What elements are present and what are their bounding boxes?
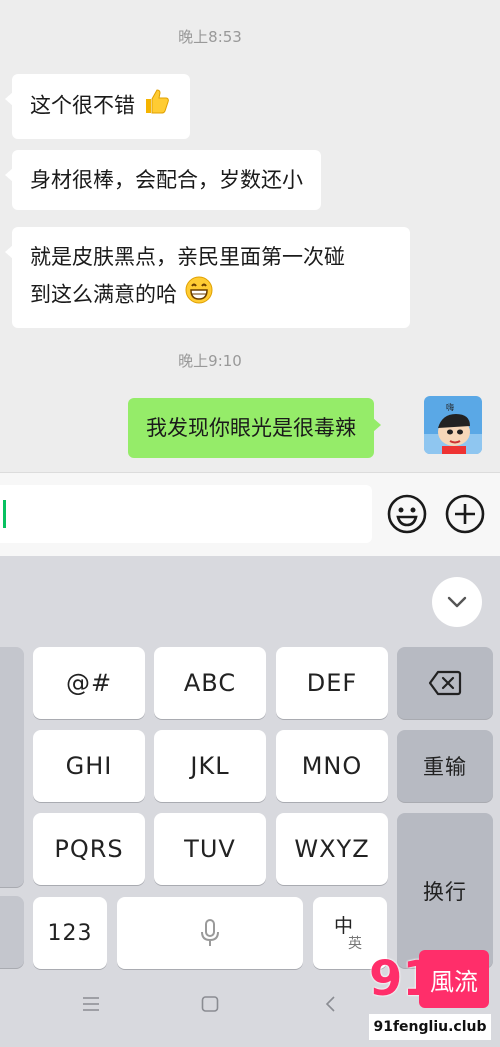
watermark-logo: 91 風流 91fengliu.club	[369, 950, 491, 1042]
grinning-emoji-icon	[184, 275, 214, 316]
key-symbols[interactable]: @#	[33, 647, 145, 719]
message-input-bar	[0, 472, 500, 556]
message-text-line: 就是皮肤黑点，亲民里面第一次碰	[30, 245, 345, 269]
message-text: 我发现你眼光是很毒辣	[146, 416, 356, 440]
key-ghi[interactable]: GHI	[33, 730, 145, 802]
lang-secondary-label: 英	[348, 936, 363, 952]
thumbs-up-emoji-icon	[142, 86, 172, 127]
message-text: 身材很棒，会配合，岁数还小	[30, 168, 303, 192]
symbol-list-panel[interactable]	[0, 647, 24, 887]
key-abc[interactable]: ABC	[154, 647, 266, 719]
key-wxyz[interactable]: WXYZ	[276, 813, 388, 885]
home-nav-icon[interactable]	[201, 996, 219, 1016]
chevron-down-icon	[447, 596, 467, 608]
watermark-url: 91fengliu.club	[369, 1014, 491, 1040]
key-pqrs[interactable]: PQRS	[33, 813, 145, 885]
message-bubble-sent[interactable]: 我发现你眼光是很毒辣	[128, 398, 381, 458]
key-def[interactable]: DEF	[276, 647, 388, 719]
numbers-button[interactable]: 123	[33, 897, 107, 969]
symbol-list-panel-bottom[interactable]	[0, 896, 24, 968]
newline-button[interactable]: 换行	[397, 813, 493, 968]
back-nav-icon[interactable]	[324, 996, 338, 1016]
collapse-keyboard-button[interactable]	[432, 577, 482, 627]
key-mno[interactable]: MNO	[276, 730, 388, 802]
microphone-icon	[201, 919, 219, 946]
watermark-number: 91	[369, 951, 436, 1007]
plus-icon[interactable]	[444, 493, 486, 535]
svg-text:嗨: 嗨	[446, 402, 454, 412]
message-text-line: 到这么满意的哈	[30, 282, 177, 307]
chat-area[interactable]: 晚上8:53 这个很不错 身材很棒，会配合，岁数还小 就是皮肤黑点，亲民里面第一…	[0, 0, 500, 472]
avatar[interactable]: 嗨	[424, 396, 482, 454]
backspace-button[interactable]	[397, 647, 493, 719]
message-bubble-received[interactable]: 就是皮肤黑点，亲民里面第一次碰 到这么满意的哈	[5, 227, 410, 328]
space-voice-button[interactable]	[117, 897, 303, 969]
watermark-name: 風流	[419, 950, 489, 1008]
key-tuv[interactable]: TUV	[154, 813, 266, 885]
key-jkl[interactable]: JKL	[154, 730, 266, 802]
message-input[interactable]	[0, 485, 372, 543]
menu-nav-icon[interactable]	[82, 996, 100, 1016]
message-text: 这个很不错	[30, 93, 135, 118]
timestamp: 晚上9:10	[178, 352, 242, 370]
backspace-icon	[428, 670, 462, 696]
timestamp: 晚上8:53	[178, 28, 242, 46]
emoji-icon[interactable]	[386, 493, 428, 535]
redo-input-button[interactable]: 重输	[397, 730, 493, 802]
message-bubble-received[interactable]: 这个很不错	[5, 74, 190, 139]
text-caret	[3, 500, 6, 528]
message-bubble-received[interactable]: 身材很棒，会配合，岁数还小	[5, 150, 321, 210]
